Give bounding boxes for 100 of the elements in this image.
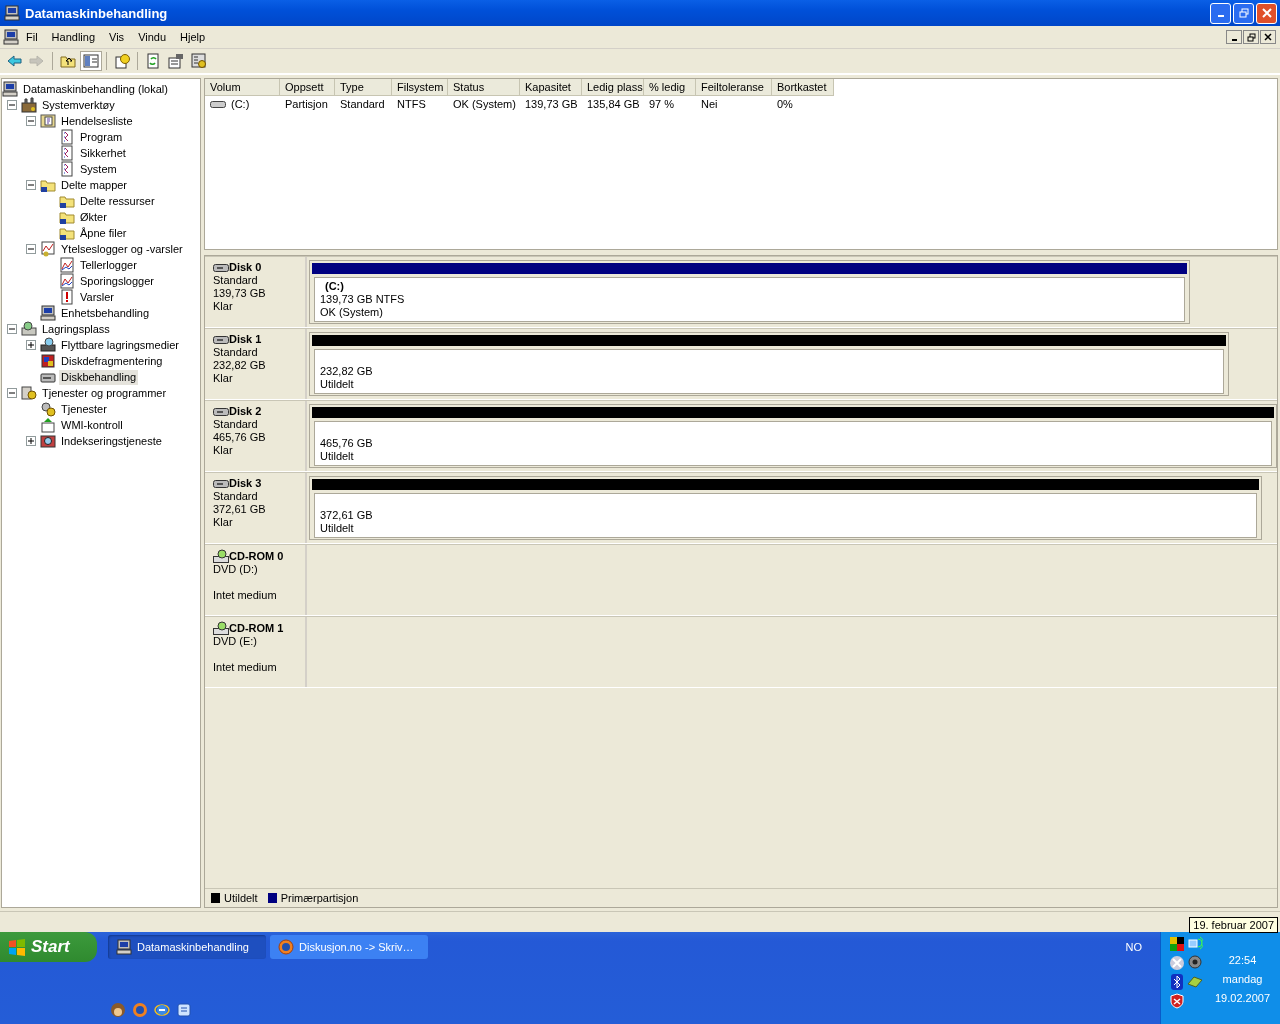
tree-item[interactable]: Tjenester [59,401,109,417]
partition-block[interactable]: 465,76 GB Utildelt [314,421,1272,466]
webcam-icon[interactable] [1187,954,1203,971]
clock-time: 22:54 [1228,954,1257,966]
tree-item[interactable]: Diskdefragmentering [59,353,165,369]
tree-item[interactable]: Program [78,129,125,145]
tree-item[interactable]: Åpne filer [78,225,129,241]
column-header[interactable]: Ledig plass [582,79,644,96]
restore-button[interactable] [1243,30,1259,44]
tree-item[interactable]: Indekseringstjeneste [59,433,164,449]
expand-toggle[interactable] [6,324,17,334]
disk-status: Klar [213,372,234,385]
column-header[interactable]: Bortkastet [772,79,834,96]
partition-status: OK (System) [320,306,384,319]
tree-item[interactable]: Systemverktøy [40,97,117,113]
tree-item[interactable]: Tellerlogger [78,257,139,273]
partition-size: 465,76 GB [320,437,374,450]
taskbar-button[interactable]: Datamaskinbehandling [108,935,266,959]
log-icon [59,161,75,177]
column-header[interactable]: % ledig [644,79,696,96]
menu-item[interactable]: Hjelp [173,29,213,45]
expand-toggle[interactable] [6,100,17,110]
expand-toggle[interactable] [25,116,36,126]
plus-icon [27,342,34,348]
chart-icon [59,257,75,273]
menu-item[interactable]: Vis [102,29,132,45]
drive-icon [210,99,226,109]
tree-item[interactable]: Økter [78,209,109,225]
tree-item[interactable]: Varsler [78,289,117,305]
log-icon [59,145,75,161]
disk-size: 465,76 GB [213,431,267,444]
globe-icon[interactable] [132,1002,148,1018]
column-header[interactable]: Feiltoleranse [696,79,772,96]
menu-item[interactable]: Handling [44,29,103,45]
legend-label: Utildelt [224,892,258,904]
log-icon [59,129,75,145]
folder-icon [59,209,75,225]
column-header[interactable]: Kapasitet [520,79,582,96]
menu-item[interactable]: Vindu [131,29,174,45]
color-grid-icon[interactable] [1169,935,1185,952]
expand-toggle[interactable] [6,388,17,398]
defragmenter-icon [40,353,56,369]
tree-item[interactable]: Lagringsplass [40,321,112,337]
monkey-face-icon[interactable] [110,1002,126,1018]
column-header[interactable]: Filsystem [392,79,448,96]
minus-icon [27,182,34,188]
tree-item[interactable]: Hendelsesliste [59,113,135,129]
disk-name: Disk 2 [229,405,262,418]
column-header[interactable]: Oppsett [280,79,335,96]
shield-icon[interactable] [1169,992,1185,1009]
expand-toggle[interactable] [25,340,36,350]
language-indicator[interactable]: NO [1125,941,1142,953]
bluetooth-icon[interactable] [1169,973,1185,990]
expand-toggle[interactable] [25,244,36,254]
partition-block[interactable]: 232,82 GB Utildelt [314,349,1224,394]
graphics-card-icon[interactable] [1187,973,1203,990]
column-header[interactable]: Volum [205,79,280,96]
minus-icon [8,102,15,108]
disk-name: CD-ROM 0 [229,549,284,563]
tree-item[interactable]: Tjenester og programmer [40,385,169,401]
tree-item[interactable]: System [78,161,119,177]
disk-type: Standard [213,418,259,431]
folder-icon [59,193,75,209]
expand-toggle[interactable] [25,436,36,446]
expand-toggle[interactable] [25,180,36,190]
menu-item[interactable]: Fil [19,29,45,45]
close-button[interactable] [1260,30,1276,44]
cd-drive-icon [213,621,229,635]
start-button[interactable]: Start [0,932,97,962]
tree-item[interactable]: Sikkerhet [78,145,128,161]
partition-size: 139,73 GB NTFS [320,293,406,306]
tree-pane-button[interactable] [80,51,102,71]
partition-block[interactable]: (C:) 139,73 GB NTFS OK (System) [314,277,1185,322]
document-icon[interactable] [176,1002,192,1018]
clock-day: mandag [1222,973,1263,985]
partition-status: Utildelt [320,450,355,463]
tree-item[interactable]: Diskbehandling [59,369,139,385]
tree-item[interactable]: Datamaskinbehandling (lokal) [21,81,170,97]
tree-item[interactable]: Sporingslogger [78,273,156,289]
minimize-icon [1217,15,1224,17]
tree-item[interactable]: Enhetsbehandling [59,305,152,321]
tree-item[interactable]: Delte ressurser [78,193,157,209]
tree-item[interactable]: Ytelseslogger og -varsler [59,241,185,257]
disk-status: Klar [213,444,234,457]
taskbar-button[interactable]: Diskusjon.no -> Skriv… [270,935,428,959]
letter-e-icon[interactable] [154,1002,170,1018]
minimize-button[interactable] [1226,30,1242,44]
legend-label: Primærpartisjon [280,892,359,904]
table-cell-text: NTFS [396,98,427,110]
column-header[interactable]: Status [448,79,520,96]
computer-icon [40,305,56,321]
tree-item[interactable]: WMI-kontroll [59,417,125,433]
disk-name: Disk 1 [229,333,262,346]
tree-item[interactable]: Delte mapper [59,177,130,193]
wmi-icon [40,417,56,433]
tree-item[interactable]: Flyttbare lagringsmedier [59,337,181,353]
disk-drive-icon [213,262,229,273]
column-header[interactable]: Type [335,79,392,96]
partition-block[interactable]: 372,61 GB Utildelt [314,493,1258,538]
tree-pane-icon [83,53,99,69]
